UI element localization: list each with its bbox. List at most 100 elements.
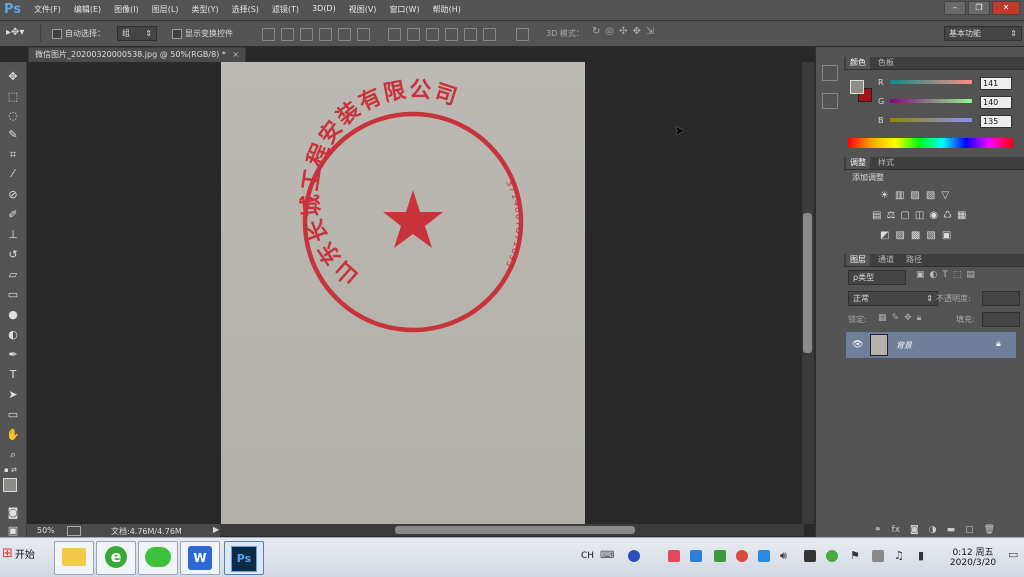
status-arrow-icon[interactable]: ▶ — [213, 525, 219, 534]
levels-icon[interactable]: ▥ — [895, 190, 904, 201]
explorer-taskbar-button[interactable] — [54, 541, 94, 575]
new-adjustment-icon[interactable]: ◑ — [929, 525, 937, 535]
lasso-tool-icon[interactable]: ◌ — [6, 109, 20, 123]
gradient-map-icon[interactable]: ▽ — [941, 190, 949, 201]
menu-layer[interactable]: 图层(L) — [152, 4, 179, 15]
move-tool-icon[interactable]: ✥ — [6, 70, 20, 84]
photoshop-taskbar-button[interactable]: Ps — [224, 541, 264, 575]
invert-icon[interactable]: ◩ — [880, 230, 889, 241]
link-layers-icon[interactable]: ⚭ — [874, 525, 882, 535]
history-panel-icon[interactable] — [822, 65, 838, 81]
delete-layer-icon[interactable]: 🗑︎ — [984, 525, 995, 535]
threshold-icon[interactable]: ▩ — [911, 230, 920, 241]
align-left-icon[interactable] — [319, 28, 332, 41]
auto-align-icon[interactable] — [516, 28, 529, 41]
opacity-field[interactable] — [982, 291, 1020, 306]
menu-image[interactable]: 图像(I) — [114, 4, 139, 15]
align-hcenter-icon[interactable] — [338, 28, 351, 41]
align-vcenter-icon[interactable] — [281, 28, 294, 41]
filter-type-icon[interactable]: T — [942, 270, 948, 280]
crop-tool-icon[interactable]: ⌗ — [6, 148, 20, 162]
minimize-button[interactable]: – — [944, 1, 966, 15]
wps-taskbar-button[interactable]: W — [180, 541, 220, 575]
layer-style-icon[interactable]: fx — [892, 525, 901, 535]
tab-color[interactable]: 颜色 — [846, 57, 870, 69]
3d-slide-icon[interactable]: ✥ — [633, 26, 646, 37]
status-icon[interactable] — [67, 526, 81, 536]
b-slider[interactable] — [890, 118, 972, 122]
distribute-left-icon[interactable] — [445, 28, 458, 41]
tab-swatches[interactable]: 色板 — [874, 57, 898, 69]
tab-adjustments[interactable]: 调整 — [846, 157, 870, 169]
document-tab[interactable]: 微信图片_20200320000538.jpg @ 50%(RGB/8) * × — [28, 47, 247, 62]
close-tab-icon[interactable]: × — [232, 50, 239, 59]
selective-color-icon[interactable]: ▧ — [926, 230, 935, 241]
vibrance-icon[interactable]: ▤ — [872, 210, 881, 221]
wechat-taskbar-button[interactable] — [138, 541, 178, 575]
black-white-icon[interactable]: ◫ — [915, 210, 924, 221]
b-value[interactable]: 135 — [980, 115, 1012, 128]
tray-app-8-icon[interactable] — [872, 550, 884, 562]
align-top-icon[interactable] — [262, 28, 275, 41]
menu-help[interactable]: 帮助(H) — [433, 4, 461, 15]
keyboard-icon[interactable]: ⌨ — [600, 550, 614, 561]
menu-edit[interactable]: 编辑(E) — [74, 4, 101, 15]
dodge-tool-icon[interactable]: ◐ — [6, 328, 20, 342]
healing-brush-tool-icon[interactable]: ⊘ — [6, 188, 20, 202]
quick-select-tool-icon[interactable]: ✎ — [6, 128, 20, 142]
eyedropper-tool-icon[interactable]: ⁄ — [6, 167, 20, 181]
posterize-icon[interactable]: ▨ — [895, 230, 904, 241]
move-tool-preset-icon[interactable]: ▸✥▾ — [6, 27, 24, 38]
auto-select-checkbox[interactable] — [52, 29, 62, 39]
vertical-scroll-thumb[interactable] — [803, 213, 812, 353]
gradient-tool-icon[interactable]: ▭ — [6, 288, 20, 302]
filter-pixel-icon[interactable]: ▣ — [916, 270, 925, 280]
tray-app-4-icon[interactable] — [736, 550, 748, 562]
hue-saturation-icon[interactable]: ⚖ — [886, 210, 895, 221]
g-value[interactable]: 140 — [980, 96, 1012, 109]
menu-3d[interactable]: 3D(D) — [312, 4, 336, 15]
filter-shape-icon[interactable]: ⬚ — [953, 270, 962, 280]
filter-smart-icon[interactable]: ▤ — [966, 270, 975, 280]
zoom-level[interactable]: 50% — [37, 526, 55, 535]
add-mask-icon[interactable]: ◙ — [910, 525, 919, 535]
align-bottom-icon[interactable] — [300, 28, 313, 41]
photo-filter-icon[interactable]: ◉ — [929, 210, 938, 221]
start-button[interactable]: ⊞ 开始 — [2, 546, 35, 561]
layer-row-background[interactable]: 👁︎ 背景 🔒︎ — [846, 332, 1016, 358]
pen-tool-icon[interactable]: ✒ — [6, 348, 20, 362]
tray-app-5-icon[interactable] — [758, 550, 770, 562]
screen-mode-icon[interactable]: ▣ — [6, 524, 20, 538]
color-lookup-icon[interactable]: ▦ — [957, 210, 966, 221]
language-indicator[interactable]: CH — [581, 551, 594, 561]
distribute-hcenter-icon[interactable] — [464, 28, 477, 41]
marquee-tool-icon[interactable]: ⬚ — [6, 90, 20, 104]
path-selection-tool-icon[interactable]: ➤ — [6, 388, 20, 402]
show-desktop-icon[interactable]: ▭ — [1008, 548, 1018, 561]
3d-scale-icon[interactable]: ⇲ — [646, 26, 659, 37]
volume-tray-icon[interactable]: 🔊︎ — [780, 549, 787, 563]
horizontal-scroll-thumb[interactable] — [395, 526, 635, 534]
zoom-tool-icon[interactable]: ⌕ — [6, 448, 20, 462]
menu-view[interactable]: 视图(V) — [349, 4, 377, 15]
new-group-icon[interactable]: ▬ — [947, 525, 956, 535]
foreground-color-swatch[interactable] — [3, 478, 17, 492]
exposure-icon[interactable]: ▧ — [926, 190, 935, 201]
workspace-dropdown[interactable]: 基本功能 ⇕ — [944, 26, 1022, 41]
tab-layers[interactable]: 图层 — [846, 254, 870, 266]
tray-app-2-icon[interactable] — [690, 550, 702, 562]
3d-roll-icon[interactable]: ◎ — [605, 26, 619, 37]
blur-tool-icon[interactable]: ● — [6, 308, 20, 322]
auto-select-dropdown[interactable]: 组 ⇕ — [117, 26, 157, 41]
color-balance-icon[interactable]: ▢ — [900, 210, 909, 221]
history-brush-tool-icon[interactable]: ↺ — [6, 248, 20, 262]
eraser-tool-icon[interactable]: ▱ — [6, 268, 20, 282]
r-slider[interactable] — [890, 80, 972, 84]
menu-file[interactable]: 文件(F) — [34, 4, 61, 15]
foreground-color-box[interactable] — [850, 80, 864, 94]
rectangle-tool-icon[interactable]: ▭ — [6, 408, 20, 422]
action-center-icon[interactable]: ⚑ — [850, 549, 860, 562]
align-right-icon[interactable] — [357, 28, 370, 41]
lock-all-icon[interactable]: 🔒︎ — [917, 313, 922, 323]
restore-button[interactable]: ❐ — [968, 1, 990, 15]
